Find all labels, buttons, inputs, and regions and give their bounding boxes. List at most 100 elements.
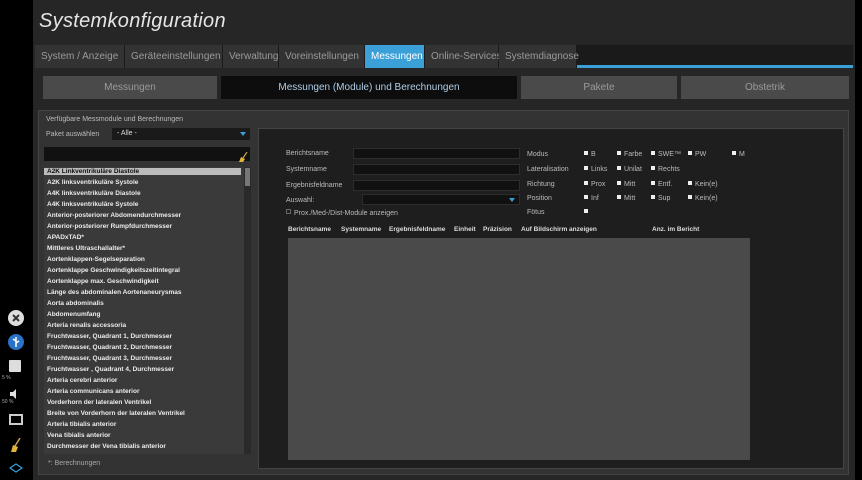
network-icon[interactable] xyxy=(8,460,24,473)
richtung-option[interactable]: Entf. xyxy=(651,181,672,188)
list-item[interactable]: Arteria cerebri anterior xyxy=(47,377,117,384)
subtab-pakete[interactable]: Pakete xyxy=(521,76,677,99)
checkbox-icon xyxy=(688,151,692,155)
list-item[interactable]: Fruchtwasser, Quadrant 2, Durchmesser xyxy=(47,344,172,351)
modus-option[interactable]: M xyxy=(732,151,745,158)
list-item[interactable]: A4K linksventrikuläre Diastole xyxy=(47,190,141,197)
column-header[interactable]: Einheit xyxy=(454,226,476,233)
column-header[interactable]: Auf Bildschirm anzeigen xyxy=(521,226,597,233)
richtung-option[interactable]: Prox xyxy=(584,181,605,188)
prox-med-dist-checkbox-row[interactable]: Prox./Med-/Dist-Module anzeigen xyxy=(286,209,398,217)
tab-system-anzeige[interactable]: System / Anzeige xyxy=(35,45,125,68)
system-name-field[interactable] xyxy=(353,164,520,175)
tab-online-services[interactable]: Online-Services xyxy=(425,45,502,68)
list-item[interactable]: APADxTAD* xyxy=(47,234,84,241)
list-item[interactable]: Aortenklappe max. Geschwindigkeit xyxy=(47,278,159,285)
clear-search-icon[interactable] xyxy=(239,149,249,162)
sub-tab-bar: Messungen Messungen (Module) und Berechn… xyxy=(35,76,853,100)
prox-med-dist-checkbox-label: Prox./Med-/Dist-Module anzeigen xyxy=(294,210,398,217)
subtab-module-berechnungen[interactable]: Messungen (Module) und Berechnungen xyxy=(221,76,517,99)
list-item[interactable]: A4K linksventrikuläre Systole xyxy=(47,201,138,208)
modus-option[interactable]: SWE™ xyxy=(651,151,681,158)
report-name-field[interactable] xyxy=(353,148,520,159)
position-option[interactable]: Sup xyxy=(651,195,670,202)
checkbox-icon xyxy=(617,181,621,185)
position-option[interactable]: Mitt xyxy=(617,195,635,202)
lateral-option[interactable]: Links xyxy=(584,166,607,173)
print-icon[interactable] xyxy=(9,360,21,372)
tab-geraeteeinstellungen[interactable]: Geräteeinstellungen xyxy=(125,45,223,68)
tab-verwaltung[interactable]: Verwaltung xyxy=(223,45,279,68)
list-item[interactable]: Aorta abdominalis xyxy=(47,300,104,307)
subtab-messungen[interactable]: Messungen xyxy=(43,76,217,99)
report-name-label: Berichtsname xyxy=(286,150,329,157)
available-modules-heading: Verfügbare Messmodule und Berechnungen xyxy=(46,116,183,123)
position-option[interactable]: Kein(e) xyxy=(688,195,718,202)
list-item[interactable]: Länge des abdominalen Aortenaneurysmas xyxy=(47,289,182,296)
list-item[interactable]: Anterior-posteriorer Rumpfdurchmesser xyxy=(47,223,172,230)
tab-systemdiagnose[interactable]: Systemdiagnose xyxy=(499,45,579,68)
table-header: Berichtsname Systemname Ergebnisfeldname… xyxy=(285,226,750,236)
foetus-option[interactable] xyxy=(584,209,591,216)
result-field-name-field[interactable] xyxy=(353,180,520,191)
close-circle-icon[interactable] xyxy=(8,310,24,326)
modus-option[interactable]: B xyxy=(584,151,596,158)
list-item[interactable]: Mittleres Ultraschallalter* xyxy=(47,245,125,252)
monitor-icon[interactable] xyxy=(9,414,23,425)
selection-dropdown[interactable] xyxy=(362,194,520,205)
richtung-option[interactable]: Kein(e) xyxy=(688,181,718,188)
list-item[interactable]: Durchmesser der Vena tibialis anterior xyxy=(47,443,166,450)
list-item[interactable]: Fruchtwasser , Quadrant 4, Durchmesser xyxy=(47,366,174,373)
list-item[interactable]: Breite von Vorderhorn der lateralen Vent… xyxy=(47,410,185,417)
checkbox-icon xyxy=(651,166,655,170)
modus-label: Modus xyxy=(527,151,549,158)
richtung-option[interactable]: Mitt xyxy=(617,181,635,188)
modus-option[interactable]: PW xyxy=(688,151,706,158)
list-scrollbar-thumb[interactable] xyxy=(245,168,250,186)
list-item[interactable]: Vorderhorn der lateralen Ventrikel xyxy=(47,399,151,406)
checkbox-icon xyxy=(584,195,588,199)
column-header[interactable]: Berichtsname xyxy=(288,226,331,233)
column-header[interactable]: Systemname xyxy=(341,226,381,233)
search-input[interactable] xyxy=(44,147,250,161)
system-sidebar: 5 % 50 % xyxy=(0,0,30,480)
usb-icon[interactable] xyxy=(8,334,24,350)
list-item[interactable]: Arteria renalis accessoria xyxy=(47,322,126,329)
checkbox-icon xyxy=(651,195,655,199)
list-item[interactable]: Abdomenumfang xyxy=(47,311,100,318)
list-item[interactable]: Fruchtwasser, Quadrant 3, Durchmesser xyxy=(47,355,172,362)
volume-icon[interactable] xyxy=(9,386,21,399)
list-item[interactable]: Arteria communicans anterior xyxy=(47,388,139,395)
result-field-label: Ergebnisfeldname xyxy=(286,182,343,189)
list-item[interactable]: Anterior-posteriorer Abdomendurchmesser xyxy=(47,212,181,219)
list-item[interactable]: Fruchtwasser, Quadrant 1, Durchmesser xyxy=(47,333,172,340)
column-header[interactable]: Anz. im Bericht xyxy=(652,226,699,233)
position-option[interactable]: Inf xyxy=(584,195,599,202)
package-select[interactable]: - Alle - xyxy=(112,128,250,140)
checkbox-icon[interactable] xyxy=(286,209,291,214)
list-item[interactable]: A2K Linkventrikuläre Diastole xyxy=(44,168,241,175)
print-caption: 5 % xyxy=(2,375,11,381)
tab-voreinstellungen[interactable]: Voreinstellungen xyxy=(279,45,365,68)
list-item[interactable]: Vena tibialis anterior xyxy=(47,432,111,439)
column-header[interactable]: Ergebnisfeldname xyxy=(389,226,445,233)
volume-caption: 50 % xyxy=(2,399,14,405)
lateral-option[interactable]: Rechts xyxy=(651,166,680,173)
tab-messungen[interactable]: Messungen xyxy=(365,45,425,68)
page-title: Systemkonfiguration xyxy=(39,10,226,32)
list-item[interactable]: Aortenklappe Geschwindigkeitszeitintegra… xyxy=(47,267,180,274)
list-item[interactable]: Arteria tibialis anterior xyxy=(47,421,116,428)
checkbox-icon xyxy=(732,151,736,155)
system-name-label: Systemname xyxy=(286,166,327,173)
lateral-option[interactable]: Unilat xyxy=(617,166,642,173)
column-header[interactable]: Präzision xyxy=(483,226,512,233)
chevron-down-icon xyxy=(240,132,246,136)
list-scrollbar[interactable] xyxy=(244,167,251,454)
modus-option[interactable]: Farbe xyxy=(617,151,642,158)
subtab-obstetrik[interactable]: Obstetrik xyxy=(681,76,849,99)
main-tab-bar: System / Anzeige Geräteeinstellungen Ver… xyxy=(35,45,853,68)
list-item[interactable]: Aortenklappen-Segelseparation xyxy=(47,256,145,263)
broom-icon[interactable] xyxy=(10,437,22,452)
measurement-table-body xyxy=(288,238,750,460)
list-item[interactable]: A2K linksventrikuläre Systole xyxy=(47,179,138,186)
